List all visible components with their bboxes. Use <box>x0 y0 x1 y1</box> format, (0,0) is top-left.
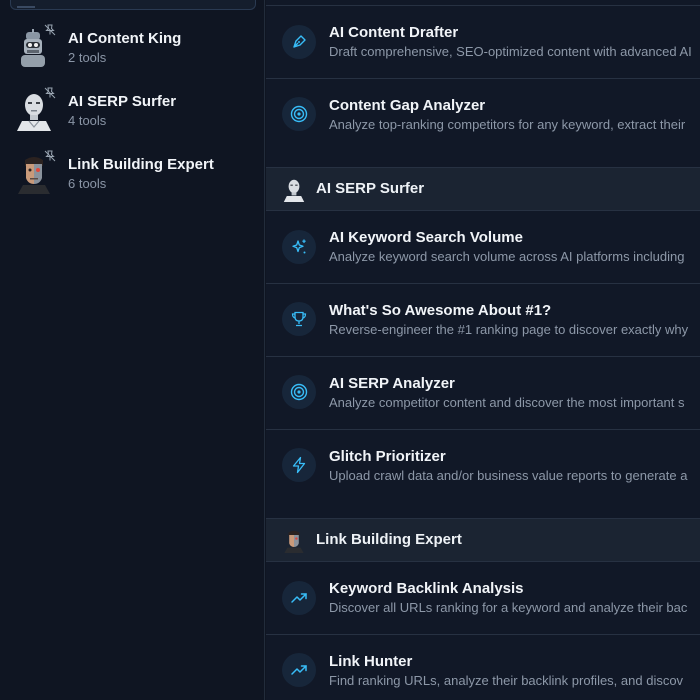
tool-row-ai-serp-analyzer[interactable]: AI SERP Analyzer Analyze competitor cont… <box>266 357 700 430</box>
tool-name: Link Hunter <box>329 653 413 670</box>
sidebar-agent-ai-content-king[interactable]: AI Content King 2 tools <box>0 24 264 74</box>
tool-name: Keyword Backlink Analysis <box>329 580 524 597</box>
trophy-icon <box>282 302 316 336</box>
group-header-link-building-expert: Link Building Expert <box>266 518 700 562</box>
tool-description: Reverse-engineer the #1 ranking page to … <box>329 322 689 337</box>
tool-name: AI Keyword Search Volume <box>329 229 523 246</box>
trend-up-icon <box>282 653 316 687</box>
cyborg-avatar-icon <box>284 530 304 553</box>
selected-agent-item-partial[interactable] <box>10 0 256 10</box>
trend-up-icon <box>282 581 316 615</box>
sparkles-icon <box>282 230 316 264</box>
agent-name: AI SERP Surfer <box>68 93 177 110</box>
tool-row-ai-content-drafter[interactable]: AI Content Drafter Draft comprehensive, … <box>266 6 700 79</box>
agent-name: Link Building Expert <box>68 156 214 173</box>
pen-nib-icon <box>282 25 316 59</box>
lightning-icon <box>282 448 316 482</box>
tool-row-glitch-prioritizer[interactable]: Glitch Prioritizer Upload crawl data and… <box>266 430 700 519</box>
sidebar: AI Content King 2 tools AI SERP Surfer 4… <box>0 0 265 700</box>
tool-row-content-gap-analyzer[interactable]: Content Gap Analyzer Analyze top-ranking… <box>266 79 700 168</box>
tool-description: Draft comprehensive, SEO-optimized conte… <box>329 44 692 59</box>
tool-name: Glitch Prioritizer <box>329 448 446 465</box>
sidebar-agent-link-building-expert[interactable]: Link Building Expert 6 tools <box>0 150 264 200</box>
tool-description: Analyze competitor content and discover … <box>329 395 685 410</box>
pin-off-icon[interactable] <box>44 87 56 99</box>
group-name: AI SERP Surfer <box>316 180 425 197</box>
tool-description: Find ranking URLs, analyze their backlin… <box>329 673 684 688</box>
tool-row-link-hunter[interactable]: Link Hunter Find ranking URLs, analyze t… <box>266 635 700 700</box>
target-icon <box>282 375 316 409</box>
group-header-ai-serp-surfer: AI SERP Surfer <box>266 167 700 211</box>
tool-name: What's So Awesome About #1? <box>329 302 552 319</box>
tool-row-ai-keyword-search-volume[interactable]: AI Keyword Search Volume Analyze keyword… <box>266 211 700 284</box>
agent-tool-count: 4 tools <box>68 113 107 128</box>
tool-row-keyword-backlink-analysis[interactable]: Keyword Backlink Analysis Discover all U… <box>266 562 700 635</box>
tool-description: Discover all URLs ranking for a keyword … <box>329 600 688 615</box>
tool-description: Analyze keyword search volume across AI … <box>329 249 685 264</box>
group-name: Link Building Expert <box>316 531 462 548</box>
agent-tool-count: 6 tools <box>68 176 107 191</box>
tool-name: AI SERP Analyzer <box>329 375 455 392</box>
sidebar-agent-ai-serp-surfer[interactable]: AI SERP Surfer 4 tools <box>0 87 264 137</box>
tool-description: Upload crawl data and/or business value … <box>329 468 688 483</box>
pin-off-icon[interactable] <box>44 24 56 36</box>
target-icon <box>282 97 316 131</box>
tool-name: AI Content Drafter <box>329 24 459 41</box>
tool-description: Analyze top-ranking competitors for any … <box>329 117 686 132</box>
tool-row-whats-so-awesome[interactable]: What's So Awesome About #1? Reverse-engi… <box>266 284 700 357</box>
agent-name: AI Content King <box>68 30 182 47</box>
pin-off-icon[interactable] <box>44 150 56 162</box>
tools-panel: AI Content Drafter Draft comprehensive, … <box>266 0 700 700</box>
tool-name: Content Gap Analyzer <box>329 97 486 114</box>
agent-tool-count: 2 tools <box>68 50 107 65</box>
android-avatar-icon <box>283 179 305 202</box>
